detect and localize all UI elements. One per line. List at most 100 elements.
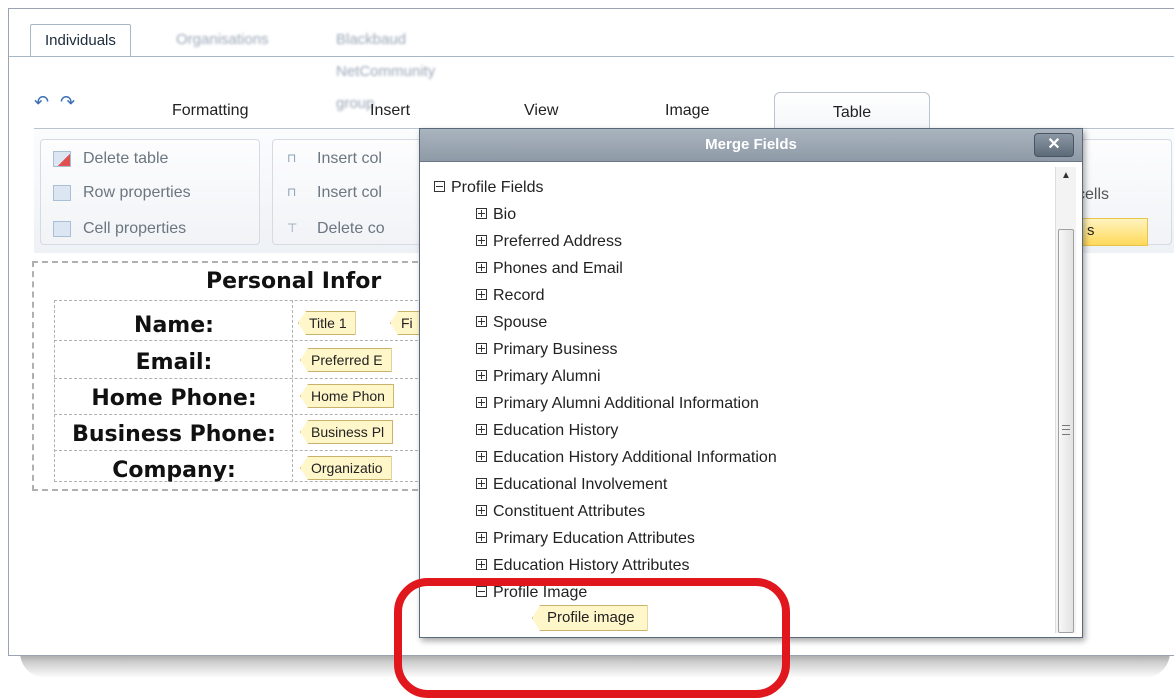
- tab-table[interactable]: Table: [774, 92, 930, 129]
- highlight-ring: [394, 578, 790, 698]
- merge-fields-dialog: Merge Fields ✕ Profile Fields Bio Prefer…: [419, 128, 1083, 638]
- tree-item-label: Primary Alumni: [493, 368, 601, 385]
- expand-icon[interactable]: [476, 424, 487, 436]
- tab-netcommunity-group[interactable]: Blackbaud NetCommunity group: [322, 24, 449, 112]
- table-group: Delete table Row properties Cell propert…: [40, 139, 260, 245]
- delete-table-label: Delete table: [83, 150, 169, 167]
- tree-item-label: Education History Additional Information: [493, 449, 777, 466]
- insert-column-right-label: Insert col: [317, 184, 382, 201]
- label-email: Email:: [135, 350, 213, 375]
- tab-view[interactable]: View: [524, 102, 558, 120]
- label-name: Name:: [134, 313, 214, 338]
- tab-divider: [9, 56, 1174, 57]
- tree-item-label: Primary Education Attributes: [493, 530, 695, 547]
- cell-properties-button[interactable]: Cell properties: [53, 220, 186, 238]
- expand-icon[interactable]: [476, 451, 487, 463]
- tab-individuals[interactable]: Individuals: [30, 24, 131, 57]
- collapse-icon[interactable]: [434, 181, 445, 193]
- expand-icon[interactable]: [476, 532, 487, 544]
- insert-column-right-icon: ⊓: [287, 184, 297, 199]
- expand-icon[interactable]: [476, 505, 487, 517]
- delete-table-button[interactable]: Delete table: [53, 150, 168, 168]
- tree-item-primary-business[interactable]: Primary Business: [476, 341, 617, 359]
- tree-item-label: Education History: [493, 422, 619, 439]
- tree-item-preferred-address[interactable]: Preferred Address: [476, 233, 622, 251]
- label-company: Company:: [112, 458, 236, 483]
- merge-tag-home-phone[interactable]: Home Phon: [300, 384, 394, 408]
- insert-column-left-label: Insert col: [317, 150, 382, 167]
- tree-item-bio[interactable]: Bio: [476, 206, 516, 224]
- tree-item-spouse[interactable]: Spouse: [476, 314, 547, 332]
- tree-item-primary-education-attributes[interactable]: Primary Education Attributes: [476, 530, 695, 548]
- merge-tag-organization[interactable]: Organizatio: [300, 456, 392, 480]
- table-row-divider: [54, 450, 428, 451]
- tree-item-education-history[interactable]: Education History: [476, 422, 618, 440]
- expand-icon[interactable]: [476, 289, 487, 301]
- table-row-divider: [54, 340, 428, 341]
- tree-item-label: Phones and Email: [493, 260, 623, 277]
- tree-root-label: Profile Fields: [451, 179, 544, 196]
- scroll-up-arrow-icon[interactable]: ▲: [1056, 167, 1076, 185]
- close-button[interactable]: ✕: [1034, 133, 1074, 157]
- tree-item-label: Primary Alumni Additional Information: [493, 395, 759, 412]
- merge-tag-title[interactable]: Title 1: [298, 311, 356, 335]
- expand-icon[interactable]: [476, 343, 487, 355]
- tree-item-label: Education History Attributes: [493, 557, 690, 574]
- tree-item-record[interactable]: Record: [476, 287, 545, 305]
- tab-image[interactable]: Image: [665, 102, 709, 120]
- tree-item-label: Educational Involvement: [493, 476, 668, 493]
- undo-icon[interactable]: ↶: [34, 92, 49, 113]
- tree-item-constituent-attributes[interactable]: Constituent Attributes: [476, 503, 645, 521]
- tree-item-label: Preferred Address: [493, 233, 622, 250]
- cell-properties-label: Cell properties: [83, 220, 187, 237]
- merge-tag-business-phone[interactable]: Business Pl: [300, 420, 394, 444]
- tree-item-label: Spouse: [493, 314, 548, 331]
- expand-icon[interactable]: [476, 397, 487, 409]
- tree-item-primary-alumni[interactable]: Primary Alumni: [476, 368, 601, 386]
- tab-insert[interactable]: Insert: [370, 102, 410, 120]
- tree-root-profile-fields[interactable]: Profile Fields: [434, 179, 543, 197]
- merge-tag-email[interactable]: Preferred E: [300, 348, 392, 372]
- expand-icon[interactable]: [476, 478, 487, 490]
- row-properties-icon: [53, 184, 71, 201]
- label-business-phone: Business Phone:: [72, 422, 276, 447]
- delete-column-button[interactable]: ⊤ Delete co: [287, 220, 385, 238]
- expand-icon[interactable]: [476, 370, 487, 382]
- highlighted-ribbon-label: s: [1087, 222, 1095, 239]
- scroll-thumb[interactable]: [1058, 229, 1074, 633]
- document-title: Personal Infor: [206, 269, 382, 294]
- expand-icon[interactable]: [476, 208, 487, 220]
- table-row-divider: [54, 414, 428, 415]
- tree-item-label: Record: [493, 287, 545, 304]
- delete-column-icon: ⊤: [287, 220, 298, 235]
- redo-icon[interactable]: ↷: [60, 92, 75, 113]
- tree-scrollbar[interactable]: ▲: [1055, 167, 1076, 633]
- expand-icon[interactable]: [476, 316, 487, 328]
- tree-item-primary-alumni-additional[interactable]: Primary Alumni Additional Information: [476, 395, 759, 413]
- tab-organisations[interactable]: Organisations: [162, 24, 283, 56]
- dialog-title: Merge Fields: [420, 129, 1082, 162]
- expand-icon[interactable]: [476, 235, 487, 247]
- insert-column-left-icon: ⊓: [287, 150, 297, 165]
- expand-icon[interactable]: [476, 262, 487, 274]
- insert-group: ⊓ Insert col ⊓ Insert col ⊤ Delete co: [272, 139, 434, 245]
- tree-item-label: Primary Business: [493, 341, 618, 358]
- cell-properties-icon: [53, 220, 71, 237]
- delete-table-icon: [53, 150, 71, 167]
- merge-fields-tree: Profile Fields Bio Preferred Address Pho…: [420, 161, 1040, 639]
- row-properties-label: Row properties: [83, 184, 191, 201]
- tree-item-label: Bio: [493, 206, 517, 223]
- close-icon: ✕: [1047, 136, 1061, 153]
- expand-icon[interactable]: [476, 559, 487, 571]
- row-properties-button[interactable]: Row properties: [53, 184, 191, 202]
- tree-item-educational-involvement[interactable]: Educational Involvement: [476, 476, 667, 494]
- tree-item-education-history-attributes[interactable]: Education History Attributes: [476, 557, 690, 575]
- tree-item-label: Constituent Attributes: [493, 503, 646, 520]
- table-row-divider: [54, 378, 428, 379]
- tree-item-phones-email[interactable]: Phones and Email: [476, 260, 623, 278]
- insert-column-right-button[interactable]: ⊓ Insert col: [287, 184, 382, 202]
- insert-column-left-button[interactable]: ⊓ Insert col: [287, 150, 382, 168]
- grip-icon: [1062, 425, 1070, 435]
- tree-item-education-history-additional[interactable]: Education History Additional Information: [476, 449, 777, 467]
- tab-formatting[interactable]: Formatting: [172, 102, 248, 120]
